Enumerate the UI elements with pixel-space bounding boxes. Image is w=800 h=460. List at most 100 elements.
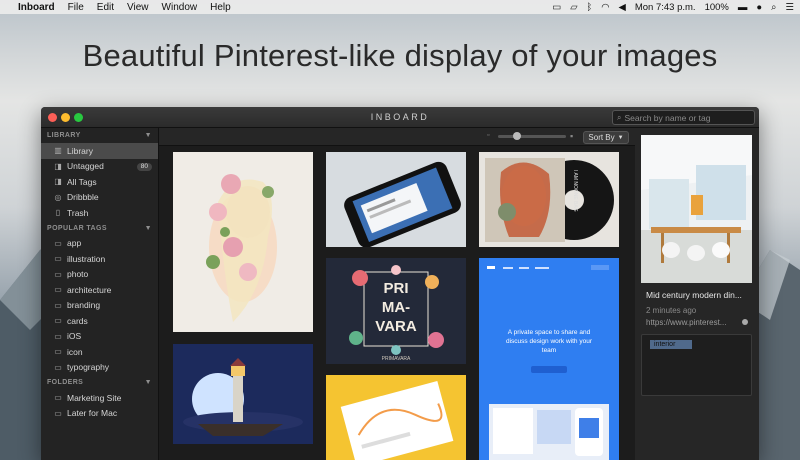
user-icon[interactable]: ● <box>756 2 762 13</box>
sidebar-item-trash[interactable]: ▯ Trash <box>41 205 158 221</box>
sidebar-tag-branding[interactable]: ▭ branding <box>41 298 158 314</box>
menu-app[interactable]: Inboard <box>18 2 55 13</box>
count-badge: 80 <box>136 162 152 171</box>
sidebar-item-library[interactable]: ▥ Library <box>41 143 158 159</box>
battery-icon[interactable]: ▬ <box>738 2 748 13</box>
sidebar-item-label: Library <box>67 145 93 156</box>
sidebar-tag-cards[interactable]: ▭ cards <box>41 313 158 329</box>
popular-tags-label: POPULAR TAGS <box>47 224 107 232</box>
popular-tags-header[interactable]: POPULAR TAGS ▼ <box>41 221 158 236</box>
small-thumb-icon[interactable]: ▫ <box>487 132 489 139</box>
sidebar-tag-app[interactable]: ▭ app <box>41 236 158 252</box>
grid-toolbar: ▫ ▪ Sort By ▼ <box>159 128 635 146</box>
open-link-icon[interactable] <box>742 319 748 325</box>
sidebar-tag-illustration[interactable]: ▭ illustration <box>41 251 158 267</box>
folder-icon: ▭ <box>54 300 62 310</box>
folder-icon: ▭ <box>54 393 62 403</box>
folder-icon: ▭ <box>54 316 62 326</box>
sidebar-item-label: Trash <box>67 207 89 218</box>
detail-url[interactable]: https://www.pinterest... <box>646 318 741 327</box>
image-card-vinyl[interactable]: I AM NOONE BAG <box>479 152 619 247</box>
dining-room-image <box>641 135 752 283</box>
poster-caption: PRIMAVARA <box>382 356 411 362</box>
image-card-primavara[interactable]: PRI MA- VARA PRIMAVARA <box>326 258 466 364</box>
wifi-icon[interactable]: ◠ <box>601 2 609 13</box>
library-header[interactable]: LIBRARY ▼ <box>41 128 158 143</box>
sidebar-item-label: Later for Mac <box>67 408 118 419</box>
poster-line-1: PRI <box>383 280 408 297</box>
folder-icon: ▭ <box>54 269 62 279</box>
sidebar-tag-architecture[interactable]: ▭ architecture <box>41 282 158 298</box>
sidebar-item-label: illustration <box>67 253 106 264</box>
poster-line-2: MA- <box>382 299 410 316</box>
sidebar-folder-later-for-mac[interactable]: ▭ Later for Mac <box>41 406 158 422</box>
spotlight-icon[interactable]: ⌕ <box>771 2 776 13</box>
sidebar-item-label: Marketing Site <box>67 392 122 403</box>
lighthouse-image <box>173 344 313 444</box>
folder-icon: ▭ <box>54 254 62 264</box>
collapse-icon[interactable]: ▼ <box>145 225 152 232</box>
vinyl-text: I AM NOONE BAG <box>572 170 578 212</box>
sidebar-tag-typography[interactable]: ▭ typography <box>41 360 158 376</box>
iphone-mockup-image <box>326 152 466 247</box>
large-thumb-icon[interactable]: ▪ <box>570 131 573 141</box>
sidebar-item-label: branding <box>67 300 101 311</box>
cast-icon[interactable]: ▭ <box>552 2 561 13</box>
menu-file[interactable]: File <box>68 2 84 13</box>
folders-header[interactable]: FOLDERS ▼ <box>41 375 158 390</box>
zoom-slider-knob[interactable] <box>513 132 521 140</box>
sidebar-item-label: All Tags <box>67 176 97 187</box>
tags-icon: ◨ <box>54 177 62 187</box>
sidebar-item-label: icon <box>67 346 83 357</box>
sidebar-item-dribbble[interactable]: ◎ Dribbble <box>41 190 158 206</box>
tag-icon: ◨ <box>54 161 62 171</box>
sort-by-label: Sort By <box>588 133 615 142</box>
search-icon: ⌕ <box>617 112 622 122</box>
volume-icon[interactable]: ◀ <box>619 2 626 13</box>
battery-percent[interactable]: 100% <box>705 2 729 13</box>
chevron-down-icon: ▼ <box>617 134 624 141</box>
folder-icon: ▭ <box>54 347 62 357</box>
notifications-icon[interactable]: ☰ <box>785 2 794 13</box>
tag-chip-interior[interactable]: interior <box>650 340 692 349</box>
sidebar-item-label: Untagged <box>67 161 104 172</box>
collapse-icon[interactable]: ▼ <box>145 132 152 139</box>
yellow-app-image <box>326 375 466 460</box>
image-card-yellow-app[interactable] <box>326 375 466 460</box>
sidebar-item-label: app <box>67 238 82 249</box>
detail-image[interactable] <box>641 135 752 283</box>
menu-edit[interactable]: Edit <box>97 2 114 13</box>
sidebar-item-label: cards <box>67 315 88 326</box>
sidebar-tag-photo[interactable]: ▭ photo <box>41 267 158 283</box>
folders-label: FOLDERS <box>47 379 84 386</box>
image-card-lighthouse[interactable] <box>173 344 313 444</box>
website-tagline: A private space to share and discuss des… <box>506 329 592 354</box>
sidebar-item-all-tags[interactable]: ◨ All Tags <box>41 174 158 190</box>
tag-field[interactable]: interior <box>641 334 752 396</box>
image-card-website[interactable]: A private space to share and discuss des… <box>479 258 619 460</box>
search-placeholder: Search by name or tag <box>624 112 711 123</box>
detail-panel: Mid century modern din... 2 minutes ago … <box>635 128 759 460</box>
sort-by-dropdown[interactable]: Sort By ▼ <box>583 131 629 144</box>
sidebar-item-untagged[interactable]: ◨ Untagged 80 <box>41 159 158 175</box>
detail-time: 2 minutes ago <box>646 306 697 315</box>
image-card-floral-portrait[interactable] <box>173 152 313 332</box>
poster-line-3: VARA <box>375 318 417 335</box>
menu-window[interactable]: Window <box>162 2 198 13</box>
sidebar-tag-ios[interactable]: ▭ iOS <box>41 329 158 345</box>
sidebar-tag-icon[interactable]: ▭ icon <box>41 344 158 360</box>
menu-help[interactable]: Help <box>210 2 231 13</box>
menu-view[interactable]: View <box>127 2 149 13</box>
screen-mirror-icon[interactable]: ▱ <box>570 2 577 13</box>
image-card-iphone[interactable] <box>326 152 466 247</box>
search-input[interactable]: ⌕ Search by name or tag <box>612 110 755 125</box>
library-header-label: LIBRARY <box>47 132 81 139</box>
bluetooth-icon[interactable]: ᛒ <box>587 2 593 13</box>
sidebar-folder-marketing-site[interactable]: ▭ Marketing Site <box>41 390 158 406</box>
menu-clock[interactable]: Mon 7:43 p.m. <box>635 2 696 13</box>
library-icon: ▥ <box>54 146 62 156</box>
sidebar-item-label: typography <box>67 362 110 373</box>
zoom-slider[interactable] <box>498 132 566 140</box>
website-mockup-image <box>479 258 619 460</box>
collapse-icon[interactable]: ▼ <box>145 379 152 386</box>
